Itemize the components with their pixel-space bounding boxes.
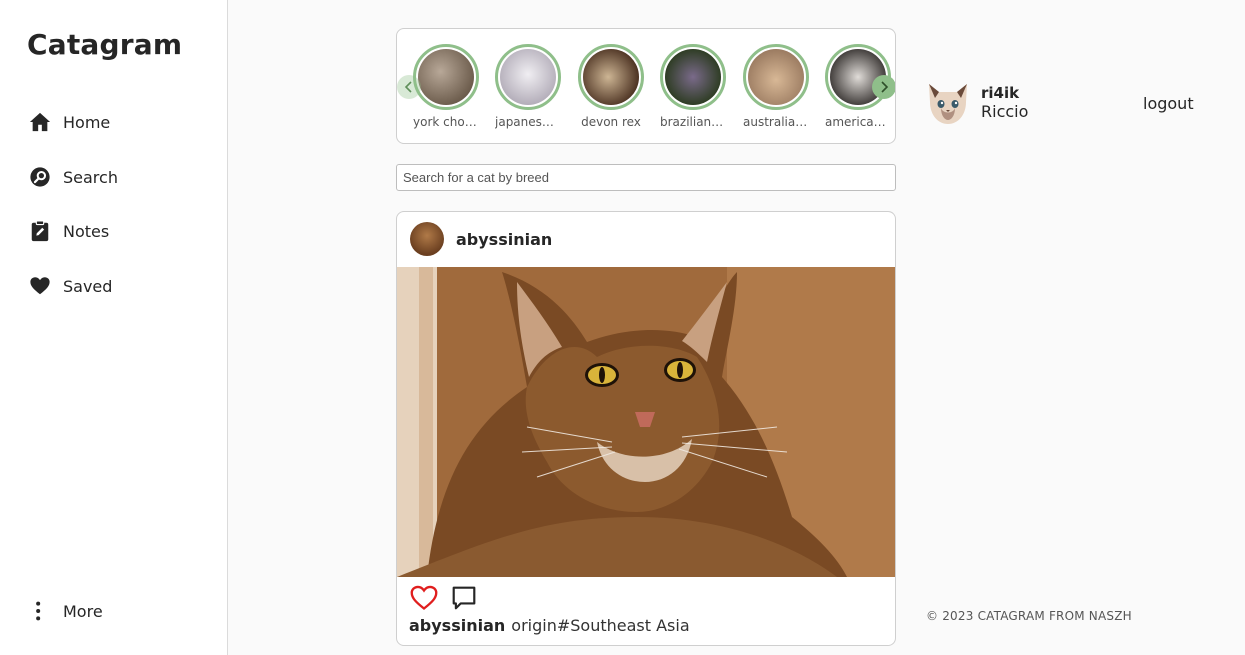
sidebar-item-label: Home: [63, 112, 111, 132]
sidebar: Catagram Home Search Notes Saved More: [0, 0, 228, 655]
post-card: abyssinian abyssinian origin#Southeast A…: [396, 211, 896, 646]
sidebar-item-saved[interactable]: Saved: [28, 272, 112, 300]
chevron-right-icon: [881, 81, 889, 93]
breed-search-input[interactable]: [396, 164, 896, 191]
app-logo[interactable]: Catagram: [27, 28, 182, 61]
story-item[interactable]: devon rex: [578, 44, 644, 129]
story-avatar-ring: [578, 44, 644, 110]
profile-username[interactable]: ri4ik: [981, 84, 1028, 102]
post-image[interactable]: [397, 267, 895, 577]
post-header: abyssinian: [410, 222, 552, 256]
sidebar-item-more[interactable]: More: [28, 597, 103, 625]
sidebar-item-label: Saved: [63, 276, 113, 296]
sidebar-item-label: More: [63, 601, 103, 621]
story-name: devon rex: [581, 115, 641, 129]
story-avatar-ring: [743, 44, 809, 110]
story-item[interactable]: japanese bobtail: [495, 44, 561, 129]
stories-next-button[interactable]: [872, 75, 895, 99]
post-caption: abyssinian origin#Southeast Asia: [409, 616, 690, 635]
sidebar-item-home[interactable]: Home: [28, 108, 110, 136]
heart-outline-icon: [410, 585, 438, 610]
post-username[interactable]: abyssinian: [456, 230, 552, 249]
logout-button[interactable]: logout: [1143, 94, 1194, 113]
comment-button[interactable]: [449, 583, 479, 613]
story-item[interactable]: brazilian shorthair: [660, 44, 726, 129]
story-avatar: [583, 49, 639, 105]
profile-text: ri4ik Riccio: [981, 84, 1028, 122]
chevron-left-icon: [404, 81, 412, 93]
profile-avatar[interactable]: [925, 80, 971, 126]
footer-copyright: © 2023 CATAGRAM FROM NASZH: [926, 609, 1132, 623]
sidebar-item-label: Search: [63, 167, 118, 187]
story-item[interactable]: york chocolate: [413, 44, 479, 129]
cat-photo: [397, 267, 895, 577]
caption-text: origin#Southeast Asia: [511, 616, 690, 635]
caption-username[interactable]: abyssinian: [409, 616, 505, 635]
story-name: york chocolate: [413, 115, 479, 129]
story-avatar: [418, 49, 474, 105]
stories-prev-button[interactable]: [397, 75, 421, 99]
comment-icon: [452, 586, 476, 610]
post-actions: [409, 583, 489, 613]
stories-carousel: york chocolate japanese bobtail devon re…: [396, 28, 896, 144]
story-avatar-ring: [495, 44, 561, 110]
story-avatar: [665, 49, 721, 105]
story-avatar-ring: [413, 44, 479, 110]
home-icon: [28, 110, 52, 134]
sidebar-item-label: Notes: [63, 221, 110, 241]
sidebar-item-search[interactable]: Search: [28, 163, 118, 191]
story-avatar: [748, 49, 804, 105]
post-avatar[interactable]: [410, 222, 444, 256]
story-name: american curl: [825, 115, 891, 129]
story-item[interactable]: australian mist: [743, 44, 809, 129]
story-avatar-ring: [660, 44, 726, 110]
story-avatar: [500, 49, 556, 105]
story-name: brazilian shorthair: [660, 115, 726, 129]
more-vertical-icon: [28, 599, 52, 623]
search-icon: [28, 165, 52, 189]
sidebar-item-notes[interactable]: Notes: [28, 217, 109, 245]
story-name: australian mist: [743, 115, 809, 129]
story-name: japanese bobtail: [495, 115, 561, 129]
heart-icon: [28, 274, 52, 298]
notes-icon: [28, 219, 52, 243]
profile-display-name: Riccio: [981, 102, 1029, 121]
like-button[interactable]: [409, 583, 439, 613]
current-user-profile: ri4ik Riccio: [925, 80, 1028, 126]
